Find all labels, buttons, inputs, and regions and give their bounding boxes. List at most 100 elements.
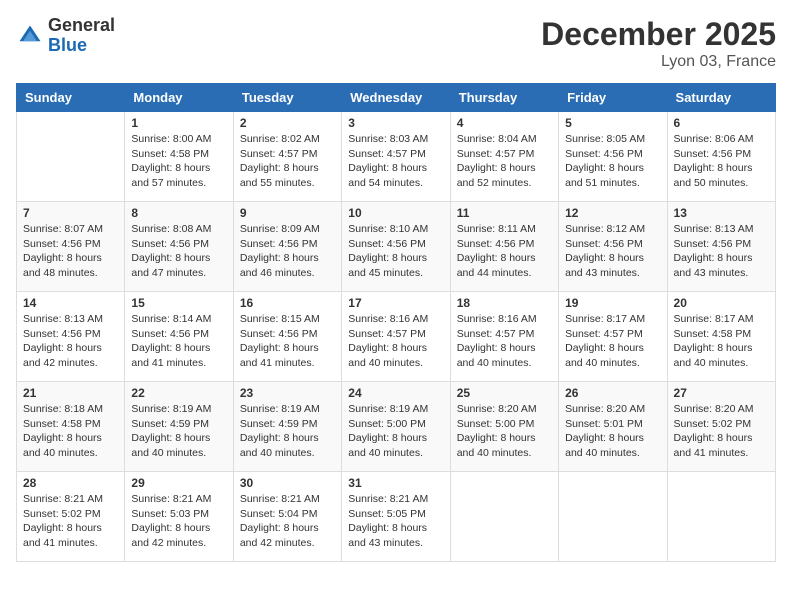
day-info: Sunrise: 8:05 AM Sunset: 4:56 PM Dayligh… — [565, 132, 660, 191]
day-number: 12 — [565, 206, 660, 220]
day-info: Sunrise: 8:02 AM Sunset: 4:57 PM Dayligh… — [240, 132, 335, 191]
day-info: Sunrise: 8:17 AM Sunset: 4:57 PM Dayligh… — [565, 312, 660, 371]
day-number: 20 — [674, 296, 769, 310]
day-number: 7 — [23, 206, 118, 220]
table-cell — [559, 472, 667, 562]
header-sunday: Sunday — [17, 84, 125, 112]
day-info: Sunrise: 8:10 AM Sunset: 4:56 PM Dayligh… — [348, 222, 443, 281]
day-number: 23 — [240, 386, 335, 400]
day-number: 21 — [23, 386, 118, 400]
header-tuesday: Tuesday — [233, 84, 341, 112]
day-number: 22 — [131, 386, 226, 400]
table-cell: 8Sunrise: 8:08 AM Sunset: 4:56 PM Daylig… — [125, 202, 233, 292]
day-number: 13 — [674, 206, 769, 220]
day-number: 14 — [23, 296, 118, 310]
week-row-1: 1 Sunrise: 8:00 AM Sunset: 4:58 PM Daylig… — [17, 112, 776, 202]
day-number: 25 — [457, 386, 552, 400]
day-number: 5 — [565, 116, 660, 130]
location-text: Lyon 03, France — [541, 53, 776, 71]
day-number: 19 — [565, 296, 660, 310]
header-wednesday: Wednesday — [342, 84, 450, 112]
header-thursday: Thursday — [450, 84, 558, 112]
day-info: Sunrise: 8:14 AM Sunset: 4:56 PM Dayligh… — [131, 312, 226, 371]
day-info: Sunrise: 8:16 AM Sunset: 4:57 PM Dayligh… — [348, 312, 443, 371]
table-cell: 12 Sunrise: 8:12 AM Sunset: 4:56 PM Dayli… — [559, 202, 667, 292]
header-saturday: Saturday — [667, 84, 775, 112]
day-number: 15 — [131, 296, 226, 310]
table-cell — [667, 472, 775, 562]
table-cell: 24Sunrise: 8:19 AM Sunset: 5:00 PM Dayli… — [342, 382, 450, 472]
table-cell: 28 Sunrise: 8:21 AM Sunset: 5:02 PM Dayli… — [17, 472, 125, 562]
day-info: Sunrise: 8:00 AM Sunset: 4:58 PM Dayligh… — [131, 132, 226, 191]
day-number: 1 — [131, 116, 226, 130]
day-info: Sunrise: 8:13 AM Sunset: 4:56 PM Dayligh… — [674, 222, 769, 281]
week-row-5: 28 Sunrise: 8:21 AM Sunset: 5:02 PM Dayli… — [17, 472, 776, 562]
day-info: Sunrise: 8:20 AM Sunset: 5:01 PM Dayligh… — [565, 402, 660, 461]
table-cell: 16Sunrise: 8:15 AM Sunset: 4:56 PM Dayli… — [233, 292, 341, 382]
day-info: Sunrise: 8:19 AM Sunset: 4:59 PM Dayligh… — [131, 402, 226, 461]
day-info: Sunrise: 8:12 AM Sunset: 4:56 PM Dayligh… — [565, 222, 660, 281]
day-info: Sunrise: 8:06 AM Sunset: 4:56 PM Dayligh… — [674, 132, 769, 191]
week-row-3: 14Sunrise: 8:13 AM Sunset: 4:56 PM Dayli… — [17, 292, 776, 382]
table-cell: 22 Sunrise: 8:19 AM Sunset: 4:59 PM Dayli… — [125, 382, 233, 472]
day-number: 30 — [240, 476, 335, 490]
day-number: 4 — [457, 116, 552, 130]
weekday-header-row: Sunday Monday Tuesday Wednesday Thursday… — [17, 84, 776, 112]
day-number: 28 — [23, 476, 118, 490]
day-number: 18 — [457, 296, 552, 310]
table-cell — [17, 112, 125, 202]
logo: General Blue — [16, 16, 115, 56]
table-cell: 5 Sunrise: 8:05 AM Sunset: 4:56 PM Daylig… — [559, 112, 667, 202]
day-info: Sunrise: 8:19 AM Sunset: 4:59 PM Dayligh… — [240, 402, 335, 461]
day-info: Sunrise: 8:17 AM Sunset: 4:58 PM Dayligh… — [674, 312, 769, 371]
day-info: Sunrise: 8:21 AM Sunset: 5:05 PM Dayligh… — [348, 492, 443, 551]
table-cell: 3Sunrise: 8:03 AM Sunset: 4:57 PM Daylig… — [342, 112, 450, 202]
table-cell: 20 Sunrise: 8:17 AM Sunset: 4:58 PM Dayli… — [667, 292, 775, 382]
day-info: Sunrise: 8:21 AM Sunset: 5:02 PM Dayligh… — [23, 492, 118, 551]
table-cell: 1 Sunrise: 8:00 AM Sunset: 4:58 PM Daylig… — [125, 112, 233, 202]
table-cell: 19 Sunrise: 8:17 AM Sunset: 4:57 PM Dayli… — [559, 292, 667, 382]
table-cell: 26Sunrise: 8:20 AM Sunset: 5:01 PM Dayli… — [559, 382, 667, 472]
day-info: Sunrise: 8:18 AM Sunset: 4:58 PM Dayligh… — [23, 402, 118, 461]
table-cell: 25Sunrise: 8:20 AM Sunset: 5:00 PM Dayli… — [450, 382, 558, 472]
day-number: 16 — [240, 296, 335, 310]
table-cell: 17Sunrise: 8:16 AM Sunset: 4:57 PM Dayli… — [342, 292, 450, 382]
table-cell: 21 Sunrise: 8:18 AM Sunset: 4:58 PM Dayli… — [17, 382, 125, 472]
table-cell: 4 Sunrise: 8:04 AM Sunset: 4:57 PM Daylig… — [450, 112, 558, 202]
day-number: 6 — [674, 116, 769, 130]
month-title: December 2025 — [541, 16, 776, 53]
table-cell — [450, 472, 558, 562]
day-info: Sunrise: 8:09 AM Sunset: 4:56 PM Dayligh… — [240, 222, 335, 281]
day-number: 10 — [348, 206, 443, 220]
day-info: Sunrise: 8:19 AM Sunset: 5:00 PM Dayligh… — [348, 402, 443, 461]
page-header: General Blue December 2025 Lyon 03, Fran… — [16, 16, 776, 71]
day-number: 8 — [131, 206, 226, 220]
table-cell: 27Sunrise: 8:20 AM Sunset: 5:02 PM Dayli… — [667, 382, 775, 472]
logo-icon — [16, 22, 44, 50]
logo-blue-text: Blue — [48, 35, 87, 55]
table-cell: 23 Sunrise: 8:19 AM Sunset: 4:59 PM Dayli… — [233, 382, 341, 472]
table-cell: 13 Sunrise: 8:13 AM Sunset: 4:56 PM Dayli… — [667, 202, 775, 292]
day-number: 2 — [240, 116, 335, 130]
day-number: 31 — [348, 476, 443, 490]
table-cell: 2 Sunrise: 8:02 AM Sunset: 4:57 PM Daylig… — [233, 112, 341, 202]
day-info: Sunrise: 8:04 AM Sunset: 4:57 PM Dayligh… — [457, 132, 552, 191]
table-cell: 6 Sunrise: 8:06 AM Sunset: 4:56 PM Daylig… — [667, 112, 775, 202]
table-cell: 14Sunrise: 8:13 AM Sunset: 4:56 PM Dayli… — [17, 292, 125, 382]
day-info: Sunrise: 8:11 AM Sunset: 4:56 PM Dayligh… — [457, 222, 552, 281]
day-info: Sunrise: 8:07 AM Sunset: 4:56 PM Dayligh… — [23, 222, 118, 281]
day-number: 29 — [131, 476, 226, 490]
header-monday: Monday — [125, 84, 233, 112]
day-info: Sunrise: 8:20 AM Sunset: 5:02 PM Dayligh… — [674, 402, 769, 461]
header-friday: Friday — [559, 84, 667, 112]
day-info: Sunrise: 8:21 AM Sunset: 5:04 PM Dayligh… — [240, 492, 335, 551]
day-number: 11 — [457, 206, 552, 220]
table-cell: 10 Sunrise: 8:10 AM Sunset: 4:56 PM Dayli… — [342, 202, 450, 292]
table-cell: 31 Sunrise: 8:21 AM Sunset: 5:05 PM Dayli… — [342, 472, 450, 562]
day-info: Sunrise: 8:03 AM Sunset: 4:57 PM Dayligh… — [348, 132, 443, 191]
week-row-4: 21 Sunrise: 8:18 AM Sunset: 4:58 PM Dayli… — [17, 382, 776, 472]
day-info: Sunrise: 8:16 AM Sunset: 4:57 PM Dayligh… — [457, 312, 552, 371]
day-info: Sunrise: 8:21 AM Sunset: 5:03 PM Dayligh… — [131, 492, 226, 551]
logo-general-text: General — [48, 15, 115, 35]
table-cell: 29 Sunrise: 8:21 AM Sunset: 5:03 PM Dayli… — [125, 472, 233, 562]
